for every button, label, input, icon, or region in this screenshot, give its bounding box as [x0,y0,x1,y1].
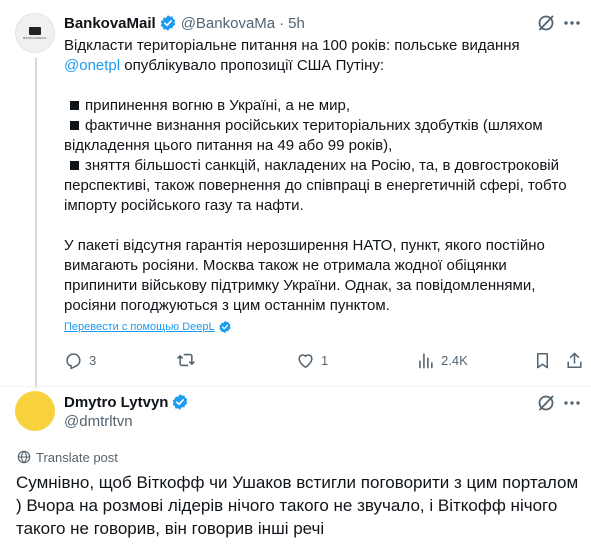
bankovamail-logo-icon [29,26,41,35]
bullet-square-icon [70,161,79,171]
grok-icon[interactable] [536,393,556,413]
divider [0,386,591,387]
deepl-badge-icon [218,320,232,334]
post-header: BankovaMail @BankovaMa · 5h [64,12,305,34]
avatar[interactable]: BANKOVAMAIL [15,13,55,53]
share-icon [567,352,582,368]
heart-icon [298,353,313,368]
bullet-square-icon [70,101,79,111]
reply-header: Dmytro Lytvyn [64,393,193,411]
author-name[interactable]: BankovaMail [64,15,156,32]
view-count: 2.4K [441,352,468,368]
reply-text: Сумнівно, щоб Віткофф чи Ушаков встигли … [16,473,579,538]
translate-post-label: Translate post [36,449,118,465]
intro-text: Відкласти територіальне питання на 100 р… [64,37,520,54]
bullet-item: фактичне визнання російських територіаль… [64,116,574,156]
repost-button[interactable] [176,350,202,370]
post-text: Відкласти територіальне питання на 100 р… [64,36,574,316]
like-count: 1 [321,352,329,368]
like-button[interactable]: 1 [296,350,328,370]
verified-badge-icon[interactable] [159,14,177,32]
bullet-text: фактичне визнання російських територіаль… [64,117,543,154]
more-options-icon[interactable] [562,13,582,33]
author-handle[interactable]: @BankovaMa [181,15,275,32]
mention-link[interactable]: @onetpl [64,57,120,74]
reply-icon [66,352,81,369]
action-bar: 3 1 2.4K [64,350,584,370]
bullet-text: припинення вогню в Україні, а не мир, [85,97,351,114]
more-options-icon[interactable] [562,393,582,413]
translate-link[interactable]: Перевести с помощью DeepL [64,320,232,334]
post-paragraph: У пакеті відсутня гарантія нерозширення … [64,237,545,314]
bullet-square-icon [70,121,79,131]
reply-author-handle[interactable]: @dmtrltvn [64,413,133,430]
bookmark-button[interactable] [533,350,552,370]
bullet-item: припинення вогню в Україні, а не мир, [64,96,574,116]
post[interactable]: BANKOVAMAIL BankovaMail @BankovaMa · 5h … [0,0,591,388]
translate-label: Перевести с помощью DeepL [64,321,215,333]
post-intro: Відкласти територіальне питання на 100 р… [64,36,574,76]
separator-dot: · [279,14,285,32]
bookmark-icon [536,352,549,368]
reply-avatar[interactable] [15,391,55,431]
intro-text-end: опублікувало пропозиції США Путіну: [120,57,385,74]
avatar-logo-text: BANKOVAMAIL [23,35,47,40]
reply-author-name[interactable]: Dmytro Lytvyn [64,394,168,411]
repost-icon [177,353,195,367]
thread-connector [35,58,37,388]
post-time[interactable]: 5h [288,15,305,32]
share-button[interactable] [565,350,584,370]
grok-icon[interactable] [536,13,556,33]
bullet-item: зняття більшості санкцій, накладених на … [64,156,574,216]
bullet-text: зняття більшості санкцій, накладених на … [64,157,567,214]
translate-post-button[interactable]: Translate post [16,449,118,465]
analytics-icon [419,352,433,368]
views-button[interactable]: 2.4K [416,350,468,370]
reply-count: 3 [89,352,97,368]
reply-button[interactable]: 3 [64,350,96,370]
verified-badge-icon[interactable] [171,393,189,411]
globe-icon [17,450,31,464]
